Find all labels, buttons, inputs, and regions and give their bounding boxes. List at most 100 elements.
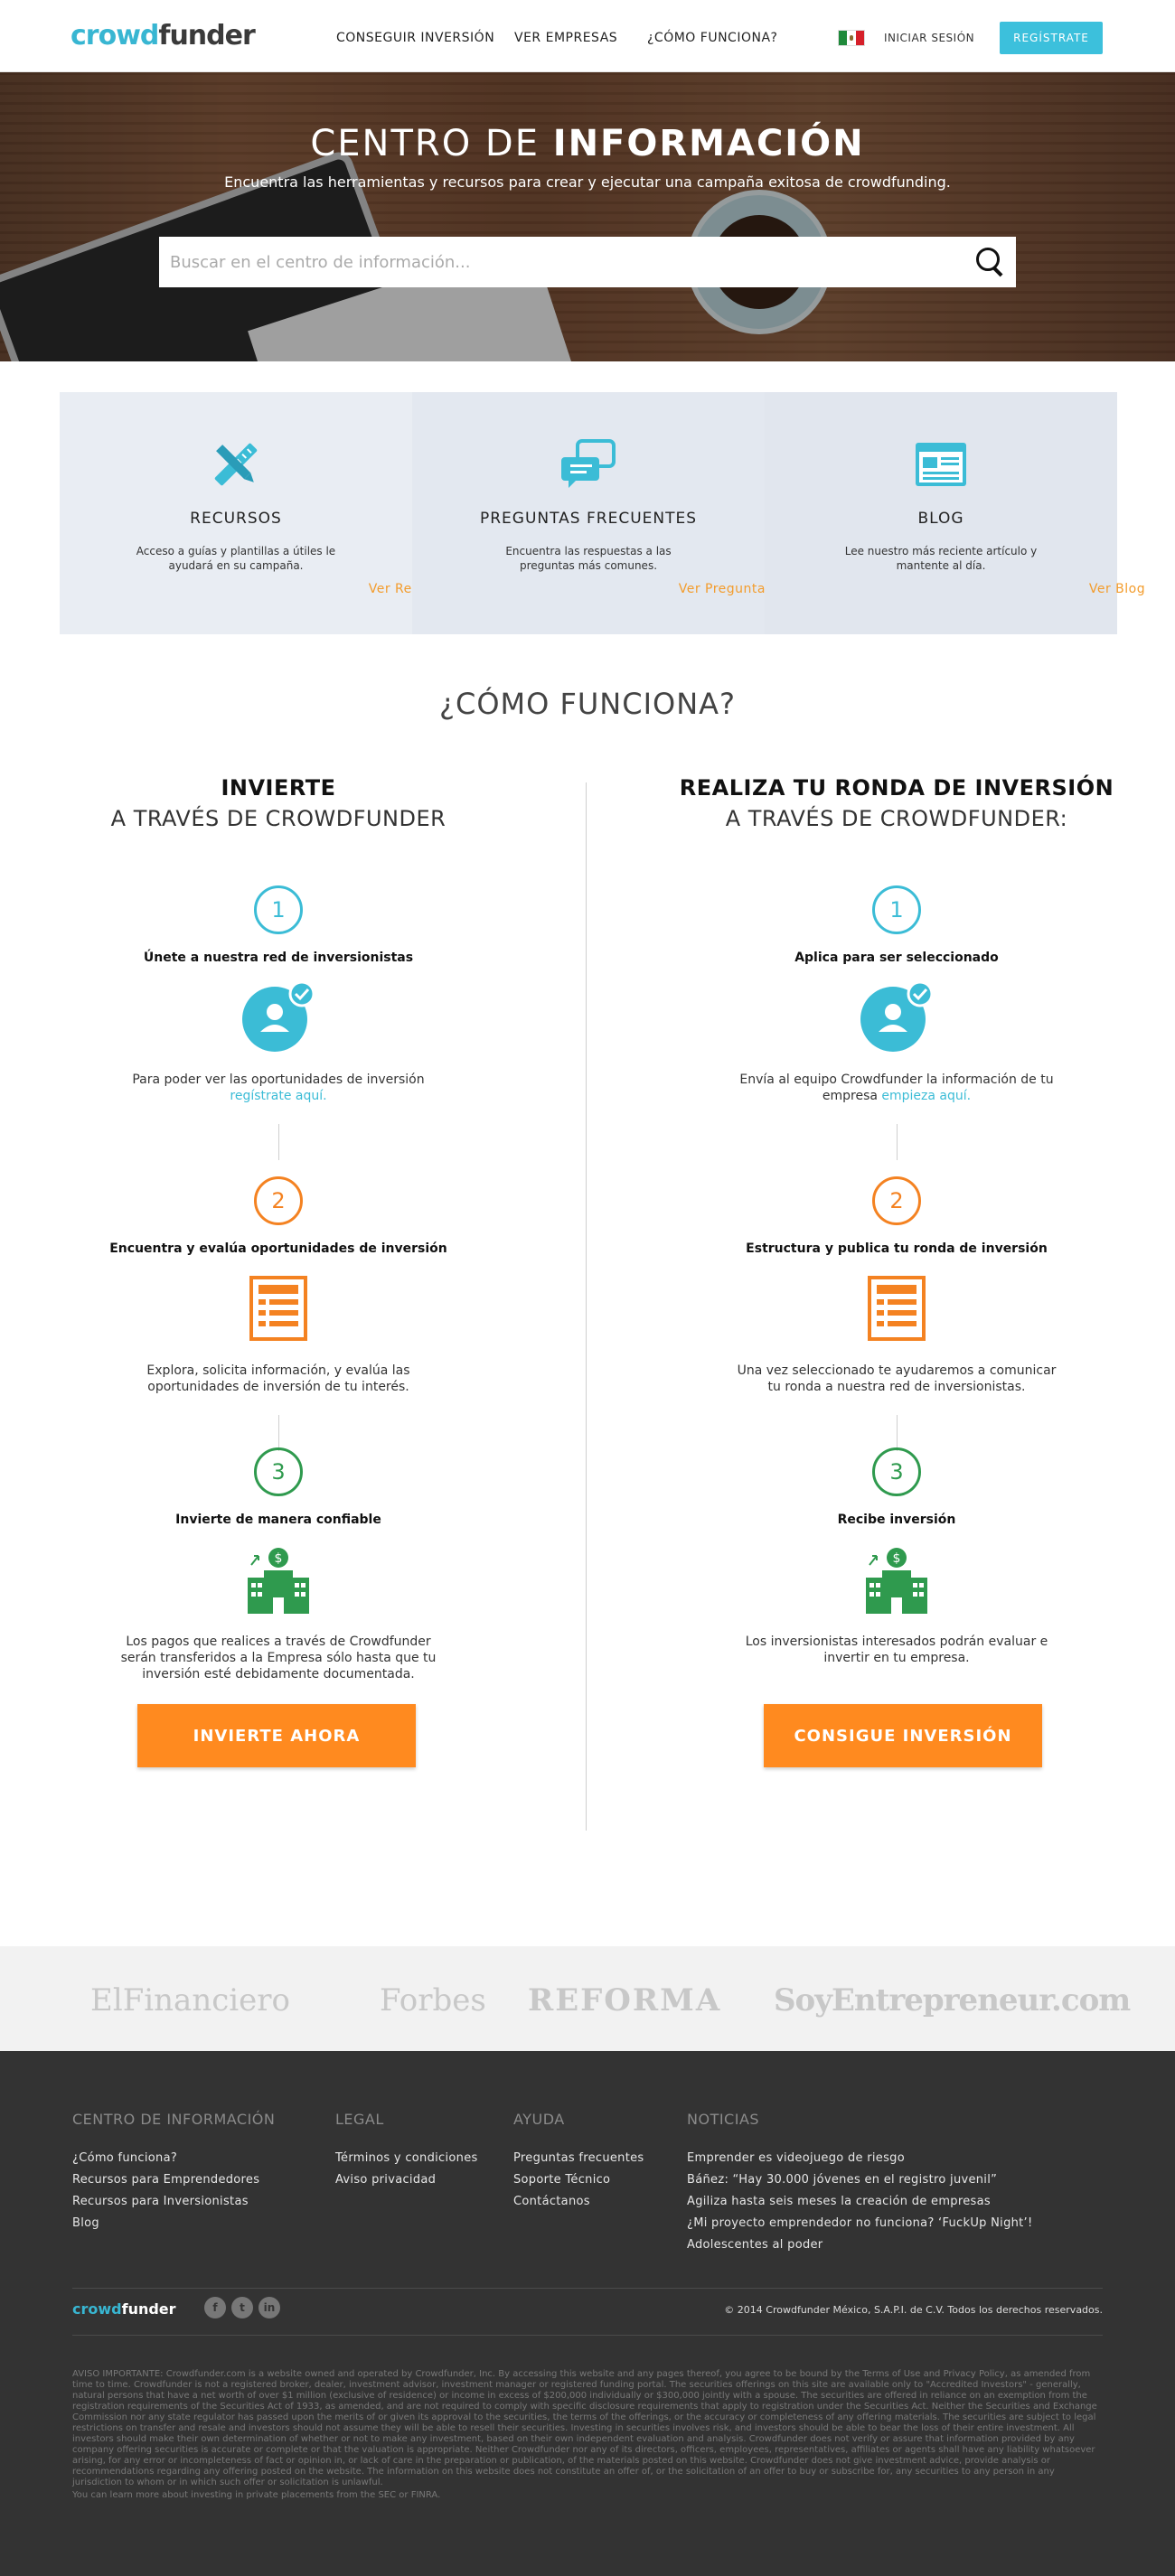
footer-col-title: CENTRO DE INFORMACIÓN [72,2111,276,2128]
hero-subtitle: Encuentra las herramientas y recursos pa… [224,173,951,191]
step-number: 2 [254,1176,303,1225]
step-text: Los inversionistas interesados podrán ev… [745,1635,1048,1665]
footer-link[interactable]: Adolescentes al poder [687,2234,1033,2256]
info-cards: RECURSOS Acceso a guías y plantillas a ú… [60,392,1145,634]
footer-col-title: AYUDA [513,2111,565,2128]
mexico-flag-icon[interactable] [838,30,865,46]
invest-column: INVIERTE A TRAVÉS DE CROWDFUNDER 1 Únete… [25,775,531,1681]
twitter-icon[interactable]: t [231,2297,253,2318]
card-text: Acceso a guías y plantillas a útiles le … [136,545,336,572]
step-title: Invierte de manera confiable [175,1513,381,1527]
fundraise-heading: REALIZA TU RONDA DE INVERSIÓN [679,775,1114,801]
footer-col-centro: CENTRO DE INFORMACIÓN ¿Cómo funciona? Re… [72,2111,275,2234]
press-logo-forbes: Forbes [380,1982,486,2019]
footer-logo[interactable]: crowdfunder [72,2300,176,2318]
start-here-link[interactable]: empieza aquí. [881,1089,971,1103]
footer: CENTRO DE INFORMACIÓN ¿Cómo funciona? Re… [0,2051,1175,2576]
fundraise-column: REALIZA TU RONDA DE INVERSIÓN A TRAVÉS D… [644,775,1150,1665]
step-title: Encuentra y evalúa oportunidades de inve… [109,1241,447,1256]
card-blog: BLOG Lee nuestro más reciente artículo y… [765,392,1145,634]
footer-col-noticias: NOTICIAS Emprender es videojuego de ries… [687,2111,1033,2256]
how-it-works-title: ¿CÓMO FUNCIONA? [438,687,737,721]
linkedin-icon[interactable]: in [258,2297,280,2318]
step-connector [277,1124,279,1160]
footer-link[interactable]: Báñez: “Hay 30.000 jóvenes en el registr… [687,2169,1033,2191]
footer-link[interactable]: Emprender es videojuego de riesgo [687,2148,1033,2169]
register-here-link[interactable]: regístrate aquí. [230,1089,326,1103]
footer-link[interactable]: Agiliza hasta seis meses la creación de … [687,2191,1033,2213]
step-connector [277,1415,279,1451]
facebook-icon[interactable]: f [204,2297,226,2318]
nav-conseguir-inversion[interactable]: CONSEGUIR INVERSIÓN [336,31,494,45]
footer-divider [72,2335,1103,2336]
step-title: Aplica para ser seleccionado [794,951,999,965]
column-divider [586,782,587,1831]
footer-link[interactable]: Términos y condiciones [335,2148,478,2169]
step-number: 2 [872,1176,921,1225]
invierte-ahora-button[interactable]: INVIERTE AHORA [137,1704,416,1767]
search-input[interactable] [159,237,965,287]
card-recursos: RECURSOS Acceso a guías y plantillas a ú… [60,392,456,634]
step-text: Explora, solicita información, y evalúa … [146,1363,410,1394]
login-link[interactable]: INICIAR SESIÓN [884,32,974,44]
step-title: Estructura y publica tu ronda de inversi… [746,1241,1048,1256]
search-bar [159,237,1016,287]
card-title: PREGUNTAS FRECUENTES [479,510,698,528]
footer-link[interactable]: Blog [72,2213,275,2234]
footer-col-ayuda: AYUDA Preguntas frecuentes Soporte Técni… [513,2111,644,2213]
building-money-icon: $ [866,1548,927,1614]
step-text: Los pagos que realices a través de Crowd… [120,1635,437,1681]
hero-banner: CENTRO DE INFORMACIÓN Encuentra las herr… [0,72,1175,361]
step-text: Para poder ver las oportunidades de inve… [132,1073,425,1103]
card-preguntas-frecuentes: PREGUNTAS FRECUENTES Encuentra las respu… [412,392,851,634]
legal-note: You can learn more about investing in pr… [72,2490,441,2500]
footer-link[interactable]: Preguntas frecuentes [513,2148,644,2169]
footer-col-title: LEGAL [335,2111,384,2128]
step-text: Envía al equipo Crowdfunder la informaci… [739,1073,1054,1103]
fundraise-step-3: 3 Recibe inversión $ Los inversionistas … [644,1447,1150,1666]
step-title: Únete a nuestra red de inversionistas [143,951,414,965]
footer-link[interactable]: ¿Mi proyecto emprendedor no funciona? ‘F… [687,2213,1033,2234]
page-title: CENTRO DE INFORMACIÓN [310,123,865,164]
press-logos: ElFinanciero Forbes REFORMA SoyEntrepren… [0,1946,1175,2051]
invest-step-2: 2 Encuentra y evalúa oportunidades de in… [25,1176,531,1451]
footer-link[interactable]: Recursos para Emprendedores [72,2169,275,2191]
card-title: RECURSOS [190,510,282,528]
nav-ver-empresas[interactable]: VER EMPRESAS [514,31,617,45]
register-button[interactable]: REGÍSTRATE [1000,22,1103,54]
consigue-inversion-button[interactable]: CONSIGUE INVERSIÓN [764,1704,1042,1767]
ver-blog-link[interactable]: Ver Blog [941,582,1175,596]
card-text: Encuentra las respuestas a las preguntas… [505,545,672,572]
user-check-icon [242,980,315,1052]
tools-icon [214,443,258,486]
document-list-icon [868,1276,926,1341]
nav-como-funciona[interactable]: ¿CÓMO FUNCIONA? [647,31,777,45]
svg-text:$: $ [893,1551,901,1566]
top-navigation-bar: crowdfunder CONSEGUIR INVERSIÓN VER EMPR… [0,0,1175,72]
card-text: Lee nuestro más reciente artículo y mant… [844,545,1038,572]
step-number: 1 [254,885,303,934]
footer-col-title: NOTICIAS [687,2111,760,2128]
footer-link[interactable]: Soporte Técnico [513,2169,644,2191]
building-money-icon: $ [248,1548,309,1614]
fundraise-step-1: 1 Aplica para ser seleccionado Envía al … [644,885,1150,1160]
step-connector [896,1415,898,1451]
user-check-icon [860,980,934,1052]
copyright: © 2014 Crowdfunder México, S.A.P.I. de C… [724,2304,1103,2316]
footer-link[interactable]: Recursos para Inversionistas [72,2191,275,2213]
footer-link[interactable]: Aviso privacidad [335,2169,478,2191]
search-icon[interactable] [965,237,1016,287]
fundraise-step-2: 2 Estructura y publica tu ronda de inver… [644,1176,1150,1451]
svg-text:$: $ [275,1551,283,1566]
invest-heading: INVIERTE [221,775,336,801]
footer-col-legal: LEGAL Términos y condiciones Aviso priva… [335,2111,478,2191]
footer-link[interactable]: ¿Cómo funciona? [72,2148,275,2169]
document-list-icon [249,1276,307,1341]
step-number: 3 [254,1447,303,1496]
fundraise-subheading: A TRAVÉS DE CROWDFUNDER: [725,806,1068,831]
press-logo-reforma: REFORMA [528,1982,722,2019]
step-number: 3 [872,1447,921,1496]
legal-disclaimer: AVISO IMPORTANTE: Crowdfunder.com is a w… [72,2369,1097,2487]
crowdfunder-logo[interactable]: crowdfunder [70,20,256,52]
footer-link[interactable]: Contáctanos [513,2191,644,2213]
